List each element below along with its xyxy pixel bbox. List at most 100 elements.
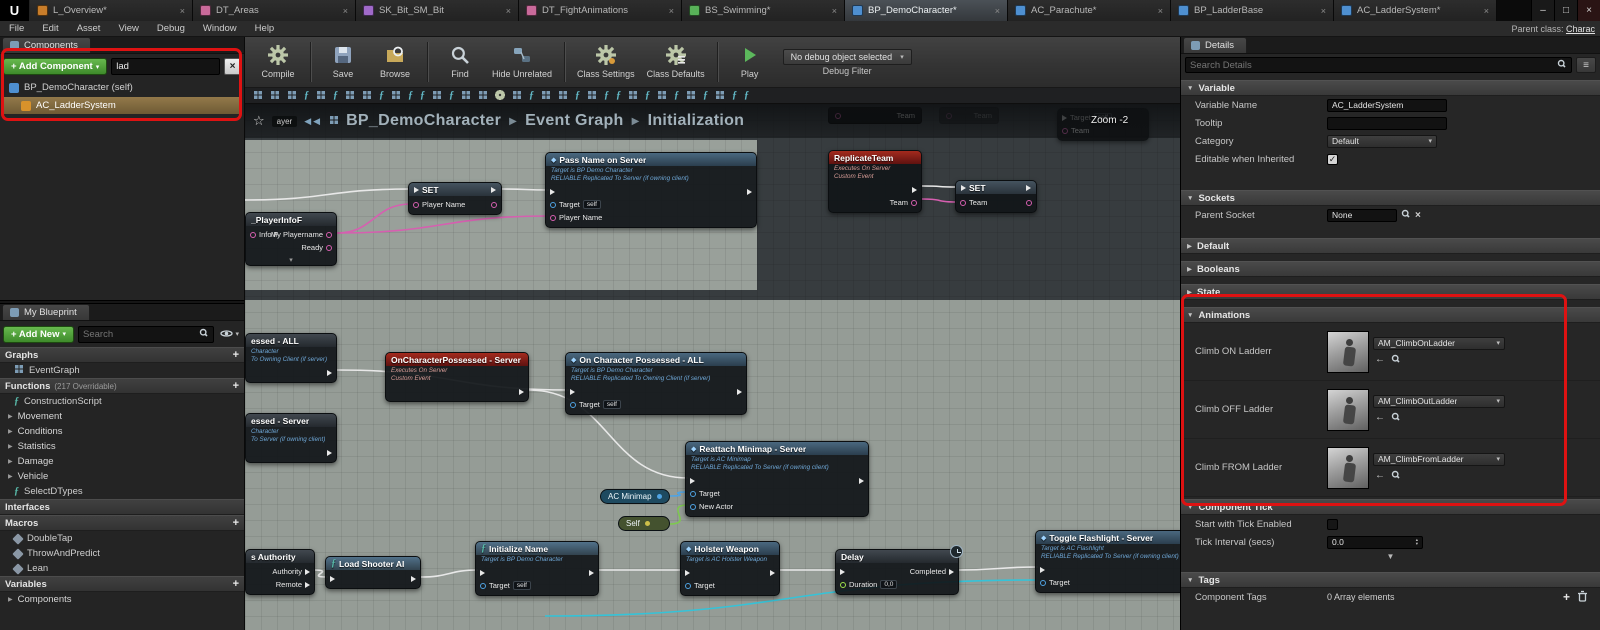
tab-components[interactable]: Components xyxy=(2,37,91,53)
data-pin[interactable] xyxy=(570,401,576,408)
asset-tab-bs-swimming-[interactable]: BS_Swimming* × xyxy=(682,0,845,21)
asset-tab-ac-laddersystem-[interactable]: AC_LadderSystem* × xyxy=(1334,0,1497,21)
tab-close-icon[interactable]: × xyxy=(180,6,185,16)
function-graph-icon[interactable]: ƒ xyxy=(449,90,454,101)
menu-file[interactable]: File xyxy=(0,23,33,34)
tree-category-vehicle[interactable]: ▶ Vehicle xyxy=(0,469,244,484)
node-expand-icon[interactable]: ▾ xyxy=(246,257,336,265)
data-pin[interactable] xyxy=(491,201,497,208)
details-search-input[interactable] xyxy=(1190,59,1557,71)
section-header-sockets[interactable]: ▼ Sockets xyxy=(1181,190,1600,206)
tree-category-statistics[interactable]: ▶ Statistics xyxy=(0,439,244,454)
function-graph-icon[interactable]: ƒ xyxy=(304,90,309,101)
asset-tab-dt-areas[interactable]: DT_Areas × xyxy=(193,0,356,21)
function-graph-icon[interactable]: ƒ xyxy=(732,90,737,101)
component-row-ac-laddersystem[interactable]: AC_LadderSystem xyxy=(2,97,242,114)
function-graph-icon[interactable]: ƒ xyxy=(408,90,413,101)
toolbar-button-compile[interactable]: Compile xyxy=(253,39,303,86)
asset-tab-bp-ladderbase[interactable]: BP_LadderBase × xyxy=(1171,0,1334,21)
exec-pin[interactable] xyxy=(747,188,752,195)
function-graph-icon[interactable]: ƒ xyxy=(744,90,749,101)
exec-pin[interactable] xyxy=(690,477,695,484)
checkbox[interactable]: ✓ xyxy=(1327,153,1338,165)
graph-canvas[interactable]: AC Minimap Self _PlayerInfoF Info F My Playe… xyxy=(245,104,1180,630)
tab-close-icon[interactable]: × xyxy=(1321,6,1326,16)
tree-header-macros[interactable]: Macros + xyxy=(0,515,244,531)
graph-tab-icon[interactable] xyxy=(587,88,597,103)
exec-pin[interactable] xyxy=(330,575,335,582)
section-expand-icon[interactable]: ▶ xyxy=(1187,265,1192,273)
section-header-animations[interactable]: ▼ Animations xyxy=(1181,307,1600,323)
graph-tab-icon[interactable] xyxy=(686,88,696,103)
tab-my-blueprint[interactable]: My Blueprint xyxy=(2,304,90,320)
graph-node-holster-weapon[interactable]: ◆ Holster Weapon Target is AC Holster Weap… xyxy=(680,541,780,596)
tree-category-conditions[interactable]: ▶ Conditions xyxy=(0,424,244,439)
browse-to-asset-icon[interactable] xyxy=(1391,470,1401,483)
section-expand-icon[interactable]: ▼ xyxy=(1187,195,1193,202)
graph-node-replicate-team[interactable]: ReplicateTeam Executes On Server Custom Ev… xyxy=(828,150,922,213)
add-icon[interactable]: + xyxy=(233,579,239,590)
menu-debug[interactable]: Debug xyxy=(148,23,194,34)
parent-class-link[interactable]: Charac xyxy=(1566,24,1595,34)
tree-item-selectdtypes[interactable]: ƒ SelectDTypes xyxy=(0,484,244,499)
function-graph-icon[interactable]: ƒ xyxy=(703,90,708,101)
graph-node-load-shooter-ai[interactable]: ƒ Load Shooter AI xyxy=(325,556,421,589)
graph-tab-icon[interactable] xyxy=(461,88,471,103)
spinner-arrows-icon[interactable]: ▴ ▾ xyxy=(1416,537,1418,546)
tree-item-doubletap[interactable]: DoubleTap xyxy=(0,531,244,546)
data-pin[interactable] xyxy=(690,490,696,497)
exec-pin[interactable] xyxy=(685,569,690,576)
menu-window[interactable]: Window xyxy=(194,23,246,34)
text-field[interactable]: AC_LadderSystem xyxy=(1327,98,1447,112)
exec-pin[interactable] xyxy=(305,568,310,575)
data-pin[interactable] xyxy=(911,199,917,206)
exec-pin[interactable] xyxy=(550,188,555,195)
tree-header-graphs[interactable]: Graphs + xyxy=(0,347,244,363)
section-expand-icon[interactable]: ▶ xyxy=(1187,288,1192,296)
exec-pin[interactable] xyxy=(327,369,332,376)
asset-tab-dt-fightanimations[interactable]: DT_FightAnimations × xyxy=(519,0,682,21)
data-pin[interactable] xyxy=(644,521,650,526)
graph-node-set-team[interactable]: SET Team xyxy=(955,180,1037,213)
section-header-booleans[interactable]: ▶ Booleans xyxy=(1181,261,1600,277)
graph-node-pass-name-on-server[interactable]: ◆ Pass Name on Server Target is BP Demo Ch… xyxy=(545,152,757,228)
section-header-variable[interactable]: ▼ Variable xyxy=(1181,80,1600,96)
components-search-input[interactable] xyxy=(116,61,215,72)
graph-node-set-player-name[interactable]: SET Player Name xyxy=(408,182,502,215)
data-pin[interactable] xyxy=(413,201,419,208)
section-header-default[interactable]: ▶ Default xyxy=(1181,238,1600,254)
tab-close-icon[interactable]: × xyxy=(669,6,674,16)
data-pin[interactable] xyxy=(690,503,696,510)
use-selected-asset-icon[interactable]: ← xyxy=(1375,355,1385,365)
exec-pin[interactable] xyxy=(949,568,954,575)
pill-ac-minimap[interactable]: AC Minimap xyxy=(600,489,670,504)
breadcrumb-item[interactable]: BP_DemoCharacter xyxy=(346,112,501,130)
exec-pin[interactable] xyxy=(305,581,310,588)
tree-category-movement[interactable]: ▶ Movement xyxy=(0,409,244,424)
pin-value[interactable]: 0,0 xyxy=(880,580,898,589)
asset-tab-ac-parachute-[interactable]: AC_Parachute* × xyxy=(1008,0,1171,21)
graph-tab-icon[interactable] xyxy=(558,88,568,103)
expand-arrow-icon[interactable]: ▶ xyxy=(8,428,13,435)
graph-node-on-character-possessed-all[interactable]: ◆ On Character Possessed - ALL Target is B… xyxy=(565,352,747,415)
graph-tab-icon[interactable] xyxy=(391,88,401,103)
exec-pin[interactable] xyxy=(912,186,917,193)
use-selected-asset-icon[interactable]: ← xyxy=(1375,413,1385,423)
data-pin[interactable] xyxy=(480,582,486,589)
exec-pin[interactable] xyxy=(519,388,524,395)
exec-pin[interactable] xyxy=(570,388,575,395)
my-blueprint-search-box[interactable] xyxy=(78,325,215,343)
menu-view[interactable]: View xyxy=(109,23,147,34)
data-pin[interactable] xyxy=(656,494,662,499)
toolbar-button-class-settings[interactable]: Class Settings xyxy=(572,39,640,86)
tab-close-icon[interactable]: × xyxy=(343,6,348,16)
graph-tab-icon[interactable] xyxy=(345,88,355,103)
graph-node-reattach-minimap-server[interactable]: ◆ Reattach Minimap - Server Target is AC M… xyxy=(685,441,869,517)
expand-arrow-icon[interactable]: ▶ xyxy=(8,458,13,465)
toolbar-button-class-defaults[interactable]: Class Defaults xyxy=(642,39,710,86)
graph-tab-icon[interactable] xyxy=(657,88,667,103)
menu-help[interactable]: Help xyxy=(246,23,284,34)
asset-tab-l-overview-[interactable]: L_Overview* × xyxy=(30,0,193,21)
graph-node-possessed-all-frag[interactable]: essed - ALL Character To Owning Client (if… xyxy=(245,333,337,383)
section-expand-icon[interactable]: ▼ xyxy=(1187,577,1193,584)
